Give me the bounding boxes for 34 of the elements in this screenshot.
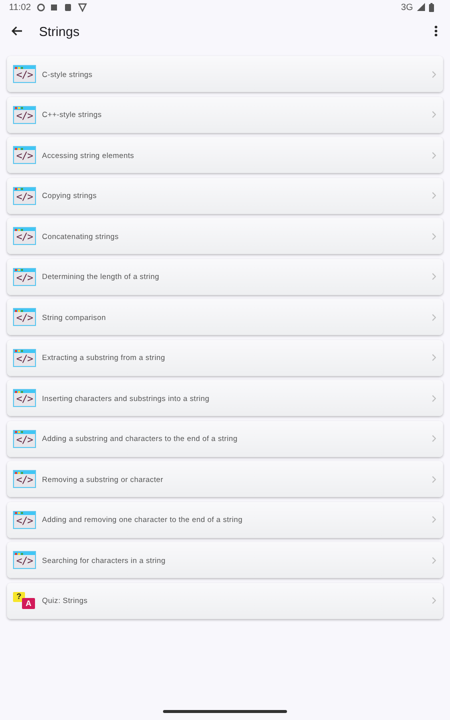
screen-title: Strings [39, 24, 80, 38]
code-window-icon: </> [13, 106, 36, 124]
chevron-icon [432, 556, 436, 564]
code-window-icon: </> [13, 430, 36, 448]
chevron-icon [432, 394, 436, 402]
chevron-icon [432, 597, 436, 604]
code-window-icon: </> [13, 268, 36, 286]
back-icon[interactable] [11, 26, 23, 36]
chevron-icon [432, 354, 436, 361]
network-label: 3G [400, 2, 413, 12]
code-window-icon: </> [13, 510, 36, 528]
chevron-icon [432, 476, 436, 482]
chevron-icon [432, 273, 436, 280]
more-icon[interactable] [434, 25, 438, 37]
chevron-icon [432, 314, 436, 320]
code-window-icon: </> [13, 186, 36, 204]
chevron-icon [432, 232, 436, 240]
signal-icon [417, 3, 425, 11]
code-window-icon: </> [13, 227, 36, 245]
code-window-icon: </> [13, 308, 36, 326]
code-window-icon: </> [13, 348, 36, 366]
battery-icon [429, 2, 434, 12]
chevron-icon [432, 152, 436, 158]
chevron-icon [432, 70, 436, 78]
code-window-icon: </> [13, 389, 36, 407]
code-window-icon: </> [13, 146, 36, 164]
code-window-icon: </> [13, 470, 36, 488]
chevron-icon [432, 192, 436, 199]
status-time: 11:02 [9, 2, 31, 12]
chevron-icon [432, 516, 436, 523]
code-window-icon: </> [13, 65, 36, 83]
chevron-icon [432, 435, 436, 442]
code-window-icon: </> [13, 551, 36, 569]
chevron-icon [432, 111, 436, 118]
